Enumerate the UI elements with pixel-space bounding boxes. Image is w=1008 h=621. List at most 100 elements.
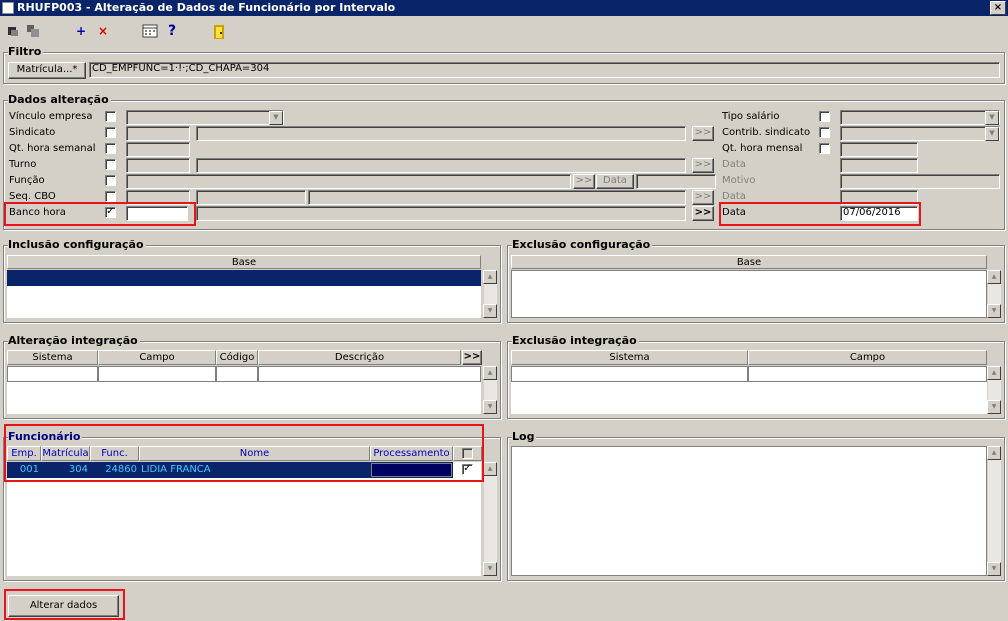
highlight-banco-hora [4,202,196,226]
seq-cbo-field2 [196,190,306,205]
alt-integ-cell[interactable] [258,366,481,382]
log-title: Log [512,430,537,443]
dados-title: Dados alteração [8,93,111,106]
turno-checkbox[interactable] [105,159,116,170]
seq-cbo-desc-field [308,190,686,205]
funcionario-scrollbar[interactable] [483,462,497,576]
data-field-1[interactable] [840,158,918,173]
log-scrollbar[interactable] [987,446,1001,576]
first-record-icon[interactable] [5,24,21,40]
funcao-lov-button[interactable]: >> [573,174,595,189]
col-descricao[interactable]: Descrição [258,350,461,365]
help-icon[interactable]: ? [164,24,180,40]
alt-integ-cell[interactable] [216,366,258,382]
matricula-button[interactable]: Matrícula...* [8,62,86,79]
motivo-field[interactable] [840,174,1000,189]
inclusao-base-header[interactable]: Base [7,255,481,269]
scroll-down-icon[interactable]: ▼ [483,304,497,318]
qt-semanal-checkbox[interactable] [105,143,116,154]
qt-mensal-field[interactable] [840,142,918,157]
scroll-up-icon[interactable]: ▲ [483,366,497,380]
contrib-select[interactable] [840,126,1000,141]
scroll-down-icon[interactable]: ▼ [483,562,497,576]
exclusao-title: Exclusão configuração [512,238,653,251]
turno-code-field[interactable] [126,158,190,173]
qt-mensal-checkbox[interactable] [819,143,830,154]
contrib-dropdown-icon[interactable]: ▼ [985,127,999,141]
turno-lov-button[interactable]: >> [692,158,714,173]
calendar-icon[interactable] [142,24,158,40]
contrib-label: Contrib. sindicato [722,127,811,138]
exc-integ-cell[interactable] [511,366,748,382]
highlight-data [719,202,921,226]
title-bar: RHUFP003 - Alteração de Dados de Funcion… [0,0,1008,16]
funcao-data-field[interactable] [636,174,716,189]
funcao-data-button[interactable]: Data [596,174,634,189]
sindicato-lov-button[interactable]: >> [692,126,714,141]
col-campo[interactable]: Campo [748,350,987,365]
tipo-salario-dropdown-icon[interactable]: ▼ [985,111,999,125]
vinculo-select[interactable] [126,110,284,125]
motivo-label: Motivo [722,175,756,186]
exclusao-list[interactable] [511,270,987,318]
exc-integ-title: Exclusão integração [512,334,639,347]
exit-door-icon[interactable] [211,24,227,40]
seq-cbo-checkbox[interactable] [105,191,116,202]
close-button[interactable]: × [990,1,1006,15]
exclusao-base-header[interactable]: Base [511,255,987,269]
sindicato-code-field[interactable] [126,126,190,141]
col-sistema[interactable]: Sistema [511,350,748,365]
inclusao-selected-row[interactable] [7,270,481,286]
qt-mensal-label: Qt. hora mensal [722,143,803,154]
qt-semanal-label: Qt. hora semanal [9,143,96,154]
scroll-down-icon[interactable]: ▼ [987,304,1001,318]
col-codigo[interactable]: Código [216,350,258,365]
highlight-alterar [4,589,125,620]
data-label-1: Data [722,159,746,170]
vinculo-label: Vínculo empresa [9,111,93,122]
tipo-salario-label: Tipo salário [722,111,780,122]
scroll-down-icon[interactable]: ▼ [987,562,1001,576]
tipo-salario-checkbox[interactable] [819,111,830,122]
banco-hora-desc-field [196,206,686,221]
vinculo-dropdown-icon[interactable]: ▼ [269,111,283,125]
tipo-salario-select[interactable] [840,110,1000,125]
scroll-up-icon[interactable]: ▲ [483,462,497,476]
alt-integ-more-button[interactable]: >> [462,350,482,365]
log-text-area[interactable] [511,446,987,576]
delete-icon[interactable]: × [95,24,111,40]
filtro-title: Filtro [8,45,44,58]
highlight-funcionario [4,424,484,482]
app-icon [2,2,14,14]
qt-semanal-field[interactable] [126,142,190,157]
scroll-down-icon[interactable]: ▼ [987,400,1001,414]
alt-integ-cell[interactable] [98,366,216,382]
vinculo-checkbox[interactable] [105,111,116,122]
window-title: RHUFP003 - Alteração de Dados de Funcion… [17,1,396,14]
alt-integ-title: Alteração integração [8,334,140,347]
col-sistema[interactable]: Sistema [7,350,98,365]
inclusao-title: Inclusão configuração [8,238,146,251]
scroll-down-icon[interactable]: ▼ [483,400,497,414]
scroll-up-icon[interactable]: ▲ [987,446,1001,460]
inclusao-list[interactable] [7,286,481,318]
col-campo[interactable]: Campo [98,350,216,365]
funcao-field[interactable] [126,174,571,189]
exc-integ-cell[interactable] [748,366,987,382]
turno-label: Turno [9,159,37,170]
copy-record-icon[interactable] [25,24,41,40]
sindicato-checkbox[interactable] [105,127,116,138]
sindicato-desc-field [196,126,686,141]
scroll-up-icon[interactable]: ▲ [987,270,1001,284]
alt-integ-cell[interactable] [7,366,98,382]
scroll-up-icon[interactable]: ▲ [483,270,497,284]
seq-cbo-lov-button[interactable]: >> [692,190,714,205]
sindicato-label: Sindicato [9,127,56,138]
banco-hora-lov-button[interactable]: >> [692,206,714,221]
turno-desc-field [196,158,686,173]
contrib-checkbox[interactable] [819,127,830,138]
filtro-field[interactable]: CD_EMPFUNC=1·!·;CD_CHAPA=304 [89,62,1000,78]
scroll-up-icon[interactable]: ▲ [987,366,1001,380]
funcao-checkbox[interactable] [105,175,116,186]
add-icon[interactable]: + [73,24,89,40]
